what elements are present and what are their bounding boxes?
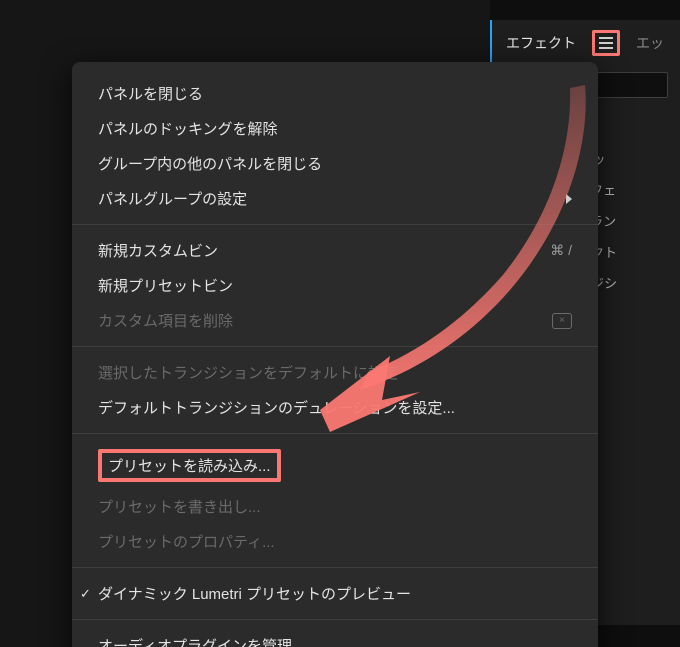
import-preset-highlight: プリセットを読み込み... [98, 449, 281, 482]
menu-item-close-panel[interactable]: パネルを閉じる [72, 76, 598, 111]
menu-item-set-default-transition-duration[interactable]: デフォルトトランジションのデュレーションを設定... [72, 390, 598, 425]
tab-effects[interactable]: エフェクト [506, 33, 576, 53]
panel-context-menu: パネルを閉じる パネルのドッキングを解除 グループ内の他のパネルを閉じる パネル… [72, 62, 598, 647]
menu-item-preset-properties: プリセットのプロパティ... [72, 524, 598, 559]
menu-separator [72, 346, 598, 347]
panel-menu-icon[interactable] [599, 37, 613, 49]
menu-item-panel-group-settings[interactable]: パネルグループの設定 [72, 181, 598, 216]
tab-other[interactable]: エッ [636, 33, 664, 53]
panel-menu-highlight [592, 30, 620, 56]
menu-separator [72, 567, 598, 568]
menu-item-new-preset-bin[interactable]: 新規プリセットビン [72, 268, 598, 303]
menu-item-dynamic-lumetri-preview[interactable]: ✓ダイナミック Lumetri プリセットのプレビュー [72, 576, 598, 611]
chevron-right-icon [566, 194, 572, 204]
menu-item-undock-panel[interactable]: パネルのドッキングを解除 [72, 111, 598, 146]
menu-separator [72, 619, 598, 620]
menu-item-new-custom-bin[interactable]: 新規カスタムビン⌘ / [72, 233, 598, 268]
menu-item-manage-audio-plugins[interactable]: オーディオプラグインを管理... [72, 628, 598, 647]
menu-item-export-preset: プリセットを書き出し... [72, 489, 598, 524]
menu-separator [72, 433, 598, 434]
menu-item-delete-custom: カスタム項目を削除× [72, 303, 598, 338]
menu-item-import-preset[interactable]: プリセットを読み込み... [72, 442, 598, 489]
menu-shortcut: ⌘ / [550, 242, 572, 259]
delete-icon: × [552, 313, 572, 329]
menu-item-set-selected-default-transition: 選択したトランジションをデフォルトに設定 [72, 355, 598, 390]
menu-separator [72, 224, 598, 225]
menu-item-close-others[interactable]: グループ内の他のパネルを閉じる [72, 146, 598, 181]
check-icon: ✓ [80, 586, 91, 602]
